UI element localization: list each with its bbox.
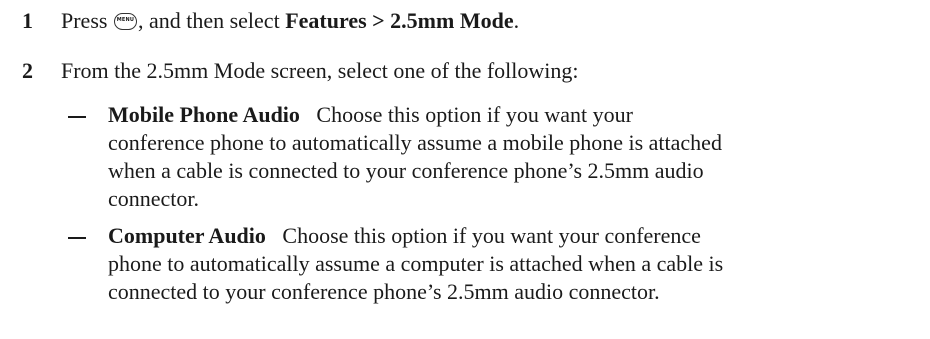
option-line: when a cable is connected to your confer…: [108, 158, 704, 183]
option-title: Computer Audio: [108, 223, 266, 248]
option-line: connected to your conference phone’s 2.5…: [108, 279, 660, 304]
menu-key-icon: MENU: [113, 13, 137, 30]
menu-path: Features > 2.5mm Mode: [285, 8, 514, 33]
step-text: From the 2.5mm Mode screen, select one o…: [61, 58, 579, 83]
step-text: Press MENU, and then select Features > 2…: [61, 6, 519, 36]
step-number: 2: [22, 58, 33, 83]
step-text-prefix: Press: [61, 8, 113, 33]
option-line: phone to automatically assume a computer…: [108, 251, 724, 276]
step-text-middle: , and then select: [137, 8, 286, 33]
option-description: Choose this option if you want your: [316, 102, 633, 127]
dash-bullet: [68, 116, 86, 118]
dash-bullet: [68, 237, 86, 239]
option-body: Computer Audio Choose this option if you…: [108, 222, 918, 306]
option-line: conference phone to automatically assume…: [108, 130, 722, 155]
option-title: Mobile Phone Audio: [108, 102, 300, 127]
option-line: Computer Audio Choose this option if you…: [108, 222, 918, 250]
step-number: 1: [22, 8, 33, 33]
menu-key-label: MENU: [116, 17, 135, 23]
option-line: connector.: [108, 186, 200, 211]
option-body: Mobile Phone Audio Choose this option if…: [108, 101, 918, 213]
option-description: Choose this option if you want your conf…: [282, 223, 701, 248]
option-line: Mobile Phone Audio Choose this option if…: [108, 101, 918, 129]
step-text-suffix: .: [513, 8, 520, 33]
